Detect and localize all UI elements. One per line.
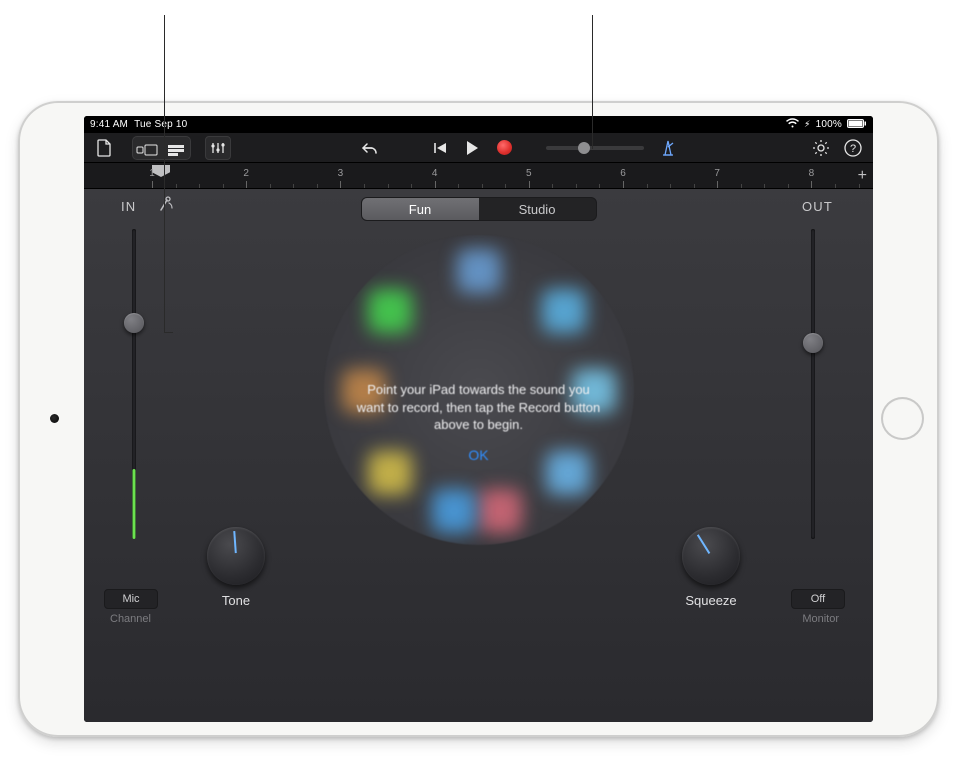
play-button[interactable]	[458, 136, 486, 160]
input-meter-fill	[133, 469, 136, 539]
record-icon	[497, 140, 512, 155]
mode-segmented-control: Fun Studio	[361, 197, 597, 221]
tab-studio[interactable]: Studio	[479, 198, 596, 220]
hint-ok-button[interactable]: OK	[354, 446, 604, 465]
status-date: Tue Sep 10	[134, 119, 187, 130]
ipad-home-button[interactable]	[881, 397, 924, 440]
play-icon	[467, 141, 478, 155]
noise-gate-icon[interactable]	[157, 196, 175, 219]
volume-track	[546, 146, 644, 150]
monitor-label: Monitor	[802, 613, 839, 625]
tone-knob[interactable]	[207, 527, 265, 585]
metronome-icon[interactable]	[654, 136, 682, 160]
ruler-number: 8	[809, 168, 815, 179]
monitor-toggle-button[interactable]: Off	[791, 589, 845, 609]
channel-label: Channel	[110, 613, 151, 625]
recording-hint: Point your iPad towards the sound you wa…	[354, 381, 604, 465]
monitor-value: Off	[811, 593, 825, 605]
my-songs-icon[interactable]	[90, 136, 118, 160]
track-controls-icon[interactable]	[205, 136, 231, 160]
volume-thumb[interactable]	[578, 142, 590, 154]
record-button[interactable]	[490, 136, 518, 160]
status-battery-pct: 100%	[816, 119, 842, 130]
out-label: OUT	[802, 199, 833, 214]
ruler-number: 1	[149, 168, 155, 179]
ruler-number: 3	[338, 168, 344, 179]
go-to-beginning-icon[interactable]	[426, 136, 454, 160]
battery-icon	[847, 119, 867, 131]
ipad-camera	[50, 414, 59, 423]
audio-recorder-view: IN OUT Fun Studio	[84, 189, 873, 722]
tracks-view-icon[interactable]	[163, 138, 189, 162]
settings-icon[interactable]	[807, 136, 835, 160]
browser-view-icon[interactable]	[134, 138, 160, 162]
squeeze-knob-group: Squeeze	[675, 527, 747, 608]
squeeze-knob[interactable]	[682, 527, 740, 585]
ipad-screen: 9:41 AM Tue Sep 10 ⚡︎ 100%	[84, 116, 873, 722]
ipad-device: 9:41 AM Tue Sep 10 ⚡︎ 100%	[18, 101, 939, 737]
squeeze-knob-pointer	[697, 534, 710, 554]
tone-label: Tone	[200, 593, 272, 608]
help-icon[interactable]: ?	[839, 136, 867, 160]
ruler-number: 5	[526, 168, 532, 179]
ruler-number: 4	[432, 168, 438, 179]
tab-fun[interactable]: Fun	[362, 198, 479, 220]
preset-wheel[interactable]: Point your iPad towards the sound you wa…	[324, 235, 634, 545]
input-level-slider[interactable]	[114, 229, 154, 539]
wifi-icon	[786, 118, 799, 131]
in-label: IN	[121, 199, 136, 214]
svg-text:?: ?	[850, 143, 856, 155]
output-level-slider[interactable]	[793, 229, 833, 539]
channel-select-button[interactable]: Mic	[104, 589, 158, 609]
ruler-number: 7	[714, 168, 720, 179]
ruler-number: 2	[243, 168, 249, 179]
view-toggle-group	[132, 136, 191, 160]
ios-status-bar: 9:41 AM Tue Sep 10 ⚡︎ 100%	[84, 116, 873, 133]
channel-value: Mic	[122, 593, 139, 605]
status-time: 9:41 AM	[90, 119, 128, 130]
master-volume-slider[interactable]	[540, 136, 650, 160]
add-section-icon[interactable]: +	[858, 167, 867, 185]
tone-knob-pointer	[233, 531, 237, 553]
output-level-thumb[interactable]	[803, 333, 823, 353]
timeline-ruler[interactable]: + 1 2 3 4 5 6 7 8	[84, 163, 873, 189]
tone-knob-group: Tone	[200, 527, 272, 608]
input-level-thumb[interactable]	[124, 313, 144, 333]
app-toolbar: ?	[84, 133, 873, 163]
squeeze-label: Squeeze	[675, 593, 747, 608]
ruler-number: 6	[620, 168, 626, 179]
undo-icon[interactable]	[356, 136, 384, 160]
recording-hint-text: Point your iPad towards the sound you wa…	[354, 381, 604, 434]
